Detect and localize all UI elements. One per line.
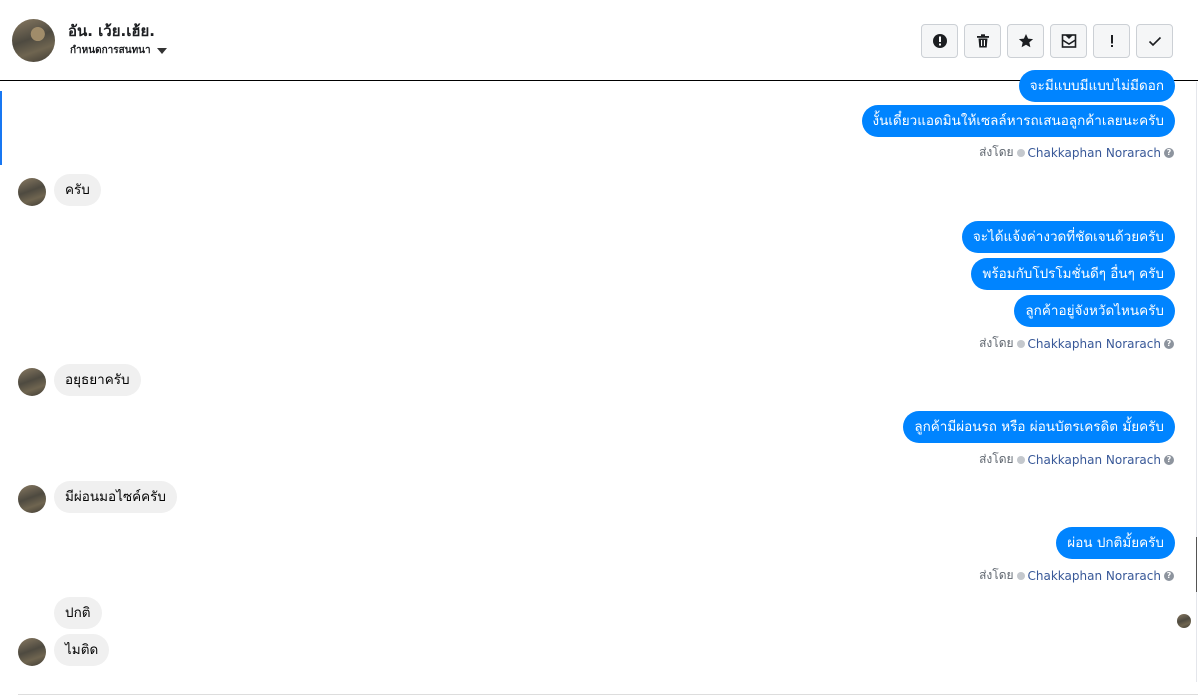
message-incoming[interactable]: ไมติด	[54, 634, 110, 666]
sent-by-label: ส่งโดย Chakkaphan Norarach ?	[979, 450, 1174, 469]
sender-name-link[interactable]: Chakkaphan Norarach	[1028, 146, 1161, 160]
verified-icon	[1016, 339, 1025, 348]
help-icon[interactable]: ?	[1164, 454, 1174, 465]
contact-avatar[interactable]	[12, 19, 55, 62]
sent-by-label: ส่งโดย Chakkaphan Norarach ?	[979, 334, 1174, 353]
contact-avatar-small	[18, 638, 46, 666]
star-icon	[1018, 34, 1033, 48]
help-icon[interactable]: ?	[1164, 570, 1174, 581]
sent-by-prefix: ส่งโดย	[979, 452, 1014, 466]
scrollbar-track[interactable]	[1196, 82, 1197, 682]
action-toolbar	[921, 24, 1173, 58]
message-incoming[interactable]: ปกติ	[54, 597, 102, 629]
verified-icon	[1016, 148, 1025, 157]
contact-name[interactable]: อัน. เว้ย.เฮ้ย.	[68, 19, 155, 43]
conversation-settings-dropdown[interactable]: กำหนดการสนทนา	[70, 43, 167, 58]
sent-by-label: ส่งโดย Chakkaphan Norarach ?	[979, 566, 1174, 585]
help-icon[interactable]: ?	[1164, 338, 1174, 349]
mark-done-button[interactable]	[1136, 24, 1173, 58]
message-outgoing[interactable]: ลูกค้ามีผ่อนรถ หรือ ผ่อนบัตรเครดิต มั้ยค…	[903, 411, 1175, 443]
exclamation-icon	[1110, 35, 1113, 47]
mark-important-button[interactable]	[1093, 24, 1130, 58]
seen-receipt-avatar	[1177, 614, 1191, 628]
alert-circle-icon	[932, 34, 947, 48]
message-outgoing[interactable]: ผ่อน ปกติมั้ยครับ	[1056, 527, 1175, 559]
message-outgoing[interactable]: ลูกค้าอยู่จังหวัดไหนครับ	[1014, 295, 1175, 327]
delete-button[interactable]	[964, 24, 1001, 58]
contact-avatar-small	[18, 485, 46, 513]
sent-by-prefix: ส่งโดย	[979, 145, 1014, 159]
message-outgoing[interactable]: พร้อมกับโปรโมชั่นดีๆ อื่นๆ ครับ	[971, 258, 1175, 290]
contact-avatar-small	[18, 178, 46, 206]
report-spam-button[interactable]	[921, 24, 958, 58]
contact-avatar-small	[18, 368, 46, 396]
sent-by-label: ส่งโดย Chakkaphan Norarach ?	[979, 143, 1174, 162]
sender-name-link[interactable]: Chakkaphan Norarach	[1028, 453, 1161, 467]
mark-unread-button[interactable]	[1050, 24, 1087, 58]
star-button[interactable]	[1007, 24, 1044, 58]
mark-unread-icon	[1061, 34, 1076, 48]
sent-by-prefix: ส่งโดย	[979, 336, 1014, 350]
composer-divider	[18, 694, 1198, 695]
trash-icon	[976, 34, 989, 48]
caret-down-icon	[156, 47, 167, 54]
message-outgoing[interactable]: จะได้แจ้งค่างวดที่ชัดเจนด้วยครับ	[961, 221, 1175, 253]
sent-by-prefix: ส่งโดย	[979, 568, 1014, 582]
message-incoming[interactable]: ครับ	[54, 174, 101, 206]
sender-name-link[interactable]: Chakkaphan Norarach	[1028, 337, 1161, 351]
message-incoming[interactable]: อยุธยาครับ	[54, 364, 141, 396]
message-outgoing[interactable]: จะมีแบบมีแบบไม่มีดอก	[1018, 70, 1175, 102]
active-indicator	[0, 91, 2, 165]
sender-name-link[interactable]: Chakkaphan Norarach	[1028, 569, 1161, 583]
check-icon	[1148, 36, 1161, 47]
message-outgoing[interactable]: งั้นเดี๋ยวแอดมินให้เซลล์หารถเสนอลูกค้าเล…	[861, 105, 1175, 137]
verified-icon	[1016, 571, 1025, 580]
conversation-header: อัน. เว้ย.เฮ้ย. กำหนดการสนทนา	[0, 0, 1198, 81]
scrollbar-thumb[interactable]	[1196, 537, 1197, 592]
message-incoming[interactable]: มีผ่อนมอไซค์ครับ	[54, 481, 177, 513]
conversation-settings-label: กำหนดการสนทนา	[70, 45, 151, 56]
help-icon[interactable]: ?	[1164, 147, 1174, 158]
verified-icon	[1016, 455, 1025, 464]
